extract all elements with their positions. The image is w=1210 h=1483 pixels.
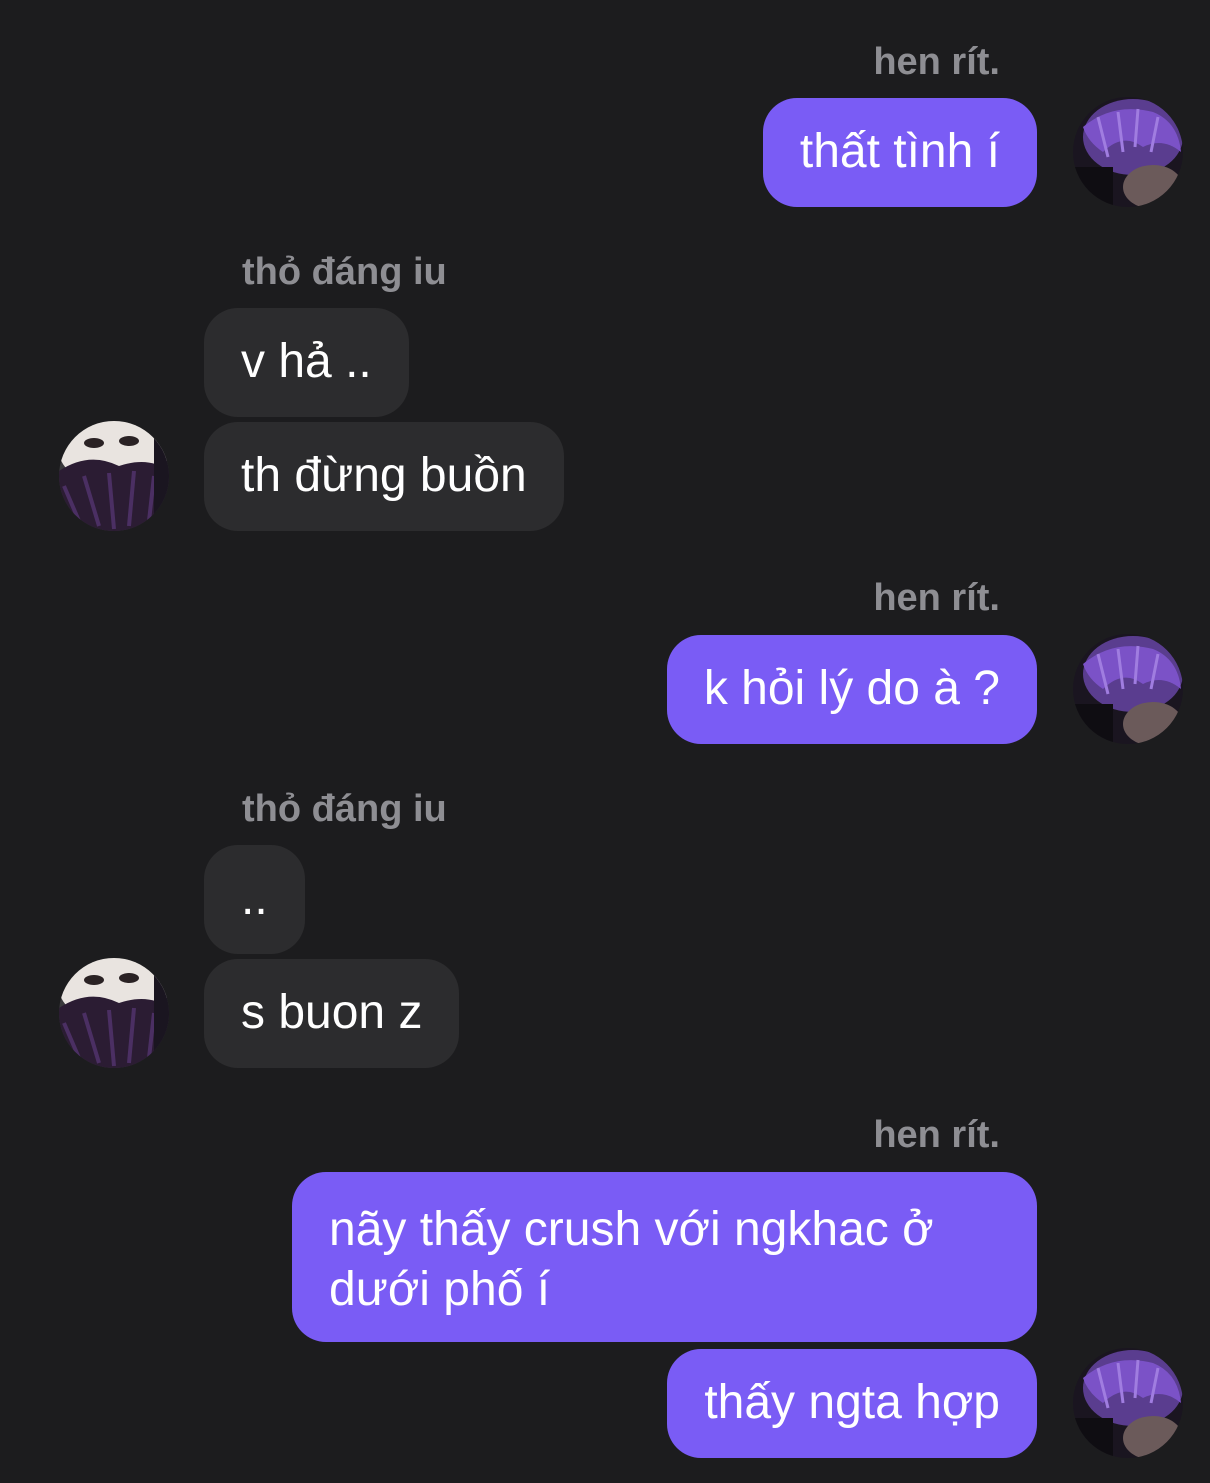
message-bubble-outgoing[interactable]: nãy thấy crush với ngkhac ở dưới phố í xyxy=(292,1172,1037,1342)
avatar-me[interactable] xyxy=(1073,97,1183,207)
message-bubble-incoming[interactable]: .. xyxy=(204,845,305,954)
message-bubble-outgoing[interactable]: thấy ngta hợp xyxy=(667,1349,1037,1458)
avatar-them[interactable] xyxy=(59,421,169,531)
avatar-them[interactable] xyxy=(59,958,169,1068)
message-bubble-incoming[interactable]: th đừng buồn xyxy=(204,422,564,531)
message-bubble-incoming[interactable]: s buon z xyxy=(204,959,460,1068)
message-bubble-outgoing[interactable]: k hỏi lý do à ? xyxy=(666,635,1037,744)
sender-name-them: thỏ đáng iu xyxy=(242,251,447,293)
avatar-me[interactable] xyxy=(1073,634,1183,744)
sender-name-me: hen rít. xyxy=(873,1114,1000,1156)
sender-name-me: hen rít. xyxy=(873,41,1000,83)
sender-name-them: thỏ đáng iu xyxy=(242,788,447,830)
sender-name-me: hen rít. xyxy=(873,577,1000,619)
avatar-me[interactable] xyxy=(1073,1348,1183,1458)
message-bubble-incoming[interactable]: v hả .. xyxy=(204,308,409,417)
message-bubble-outgoing[interactable]: thất tình í xyxy=(762,98,1037,207)
